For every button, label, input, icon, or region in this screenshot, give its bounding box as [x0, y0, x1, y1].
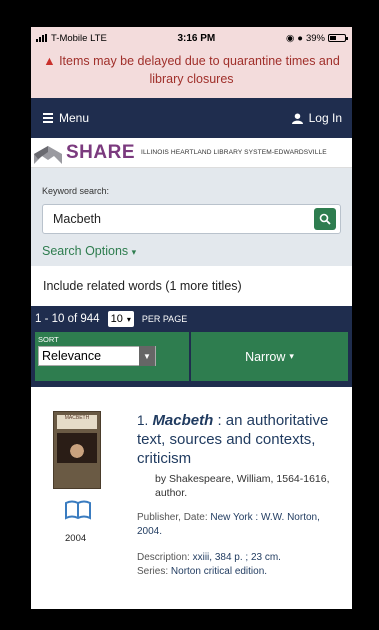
publisher-info: Publisher, Date: New York : W.W. Norton,…	[137, 511, 342, 539]
publisher-label: Publisher, Date:	[137, 512, 208, 523]
per-page-value: 10	[110, 313, 123, 325]
location-icon: ◉	[285, 32, 295, 44]
login-label: Log In	[308, 111, 342, 125]
brand-header[interactable]: SHARE ILLINOIS HEARTLAND LIBRARY SYSTEM-…	[31, 138, 352, 168]
sort-label: SORT	[38, 335, 59, 344]
carrier-label: T-Mobile LTE	[51, 32, 107, 44]
title-main: Macbeth	[152, 412, 214, 429]
menu-button[interactable]: Menu	[43, 111, 89, 125]
sort-box: SORT Relevance ▼	[35, 332, 189, 381]
search-box	[42, 204, 341, 234]
search-options-label: Search Options	[42, 244, 129, 258]
phone-screen: T-Mobile LTE 3:16 PM ◉ ● 39% ▲ Items may…	[31, 27, 352, 609]
battery-percent: 39%	[305, 32, 325, 44]
description-info: Description: xxiii, 384 p. ; 23 cm. Seri…	[137, 551, 342, 579]
status-time: 3:16 PM	[177, 32, 216, 44]
related-words-link[interactable]: Include related words (1 more titles)	[31, 266, 352, 306]
signal-icon	[36, 34, 47, 42]
caret-down-icon: ▾	[289, 351, 294, 361]
narrow-button[interactable]: Narrow ▾	[189, 332, 348, 381]
series-label: Series:	[137, 566, 169, 577]
search-button[interactable]	[314, 208, 336, 230]
sort-row: SORT Relevance ▼ Narrow ▾	[31, 332, 352, 381]
hamburger-icon	[43, 111, 53, 125]
login-button[interactable]: Log In	[291, 111, 342, 125]
cover-title: MACBETH	[57, 415, 97, 429]
result-number: 1.	[137, 413, 149, 428]
search-panel: Keyword search: Search Options ▾	[31, 168, 352, 266]
status-bar: T-Mobile LTE 3:16 PM ◉ ● 39%	[31, 27, 352, 49]
related-words-text: Include related words (1 more titles)	[43, 279, 242, 293]
narrow-label: Narrow	[245, 349, 286, 364]
result-entry: 1. Macbeth : an authoritative text, sour…	[137, 411, 342, 500]
book-cover-image[interactable]: MACBETH	[53, 411, 101, 489]
battery-icon	[328, 34, 348, 42]
author-name: Shakespeare, William, 1564-1616, author.	[155, 473, 330, 499]
results-count: 1 - 10 of 944	[35, 313, 100, 325]
keyword-search-input[interactable]	[53, 212, 293, 226]
keyword-search-label: Keyword search:	[42, 186, 110, 196]
description-label: Description:	[137, 552, 190, 563]
menu-label: Menu	[59, 111, 90, 125]
user-icon	[291, 112, 303, 124]
format-year: 2004	[65, 533, 87, 544]
search-icon	[319, 213, 331, 225]
sort-value: Relevance	[42, 349, 102, 363]
share-logo-icon	[34, 145, 62, 164]
caret-down-icon: ▾	[131, 247, 137, 257]
quarantine-alert: ▲ Items may be delayed due to quarantine…	[31, 49, 352, 98]
description-value: xxiii, 384 p. ; 23 cm.	[192, 552, 281, 563]
series-value: Norton critical edition.	[170, 566, 268, 577]
caret-down-icon: ▼	[139, 346, 155, 366]
caret-down-icon: ▾	[126, 314, 131, 324]
result-item: MACBETH 2004 1. Macbeth : an authoritati…	[31, 387, 352, 587]
sort-select[interactable]: Relevance ▼	[38, 346, 156, 366]
library-system-name: ILLINOIS HEARTLAND LIBRARY SYSTEM-EDWARD…	[141, 149, 327, 156]
alarm-icon: ●	[297, 32, 303, 44]
search-options-toggle[interactable]: Search Options ▾	[42, 244, 341, 258]
brand-name: SHARE	[66, 141, 136, 163]
author-line[interactable]: by Shakespeare, William, 1564-1616, auth…	[155, 472, 342, 500]
per-page-label: PER PAGE	[141, 314, 188, 324]
alert-text: Items may be delayed due to quarantine t…	[59, 54, 340, 86]
results-bar: 1 - 10 of 944 10 ▾ PER PAGE	[31, 306, 352, 332]
top-navbar: Menu Log In	[31, 98, 352, 138]
warning-icon: ▲	[43, 54, 56, 68]
by-label: by	[155, 473, 167, 485]
per-page-select[interactable]: 10 ▾	[107, 311, 134, 327]
book-icon[interactable]	[65, 500, 91, 520]
result-title-link[interactable]: 1. Macbeth : an authoritative text, sour…	[137, 411, 342, 468]
